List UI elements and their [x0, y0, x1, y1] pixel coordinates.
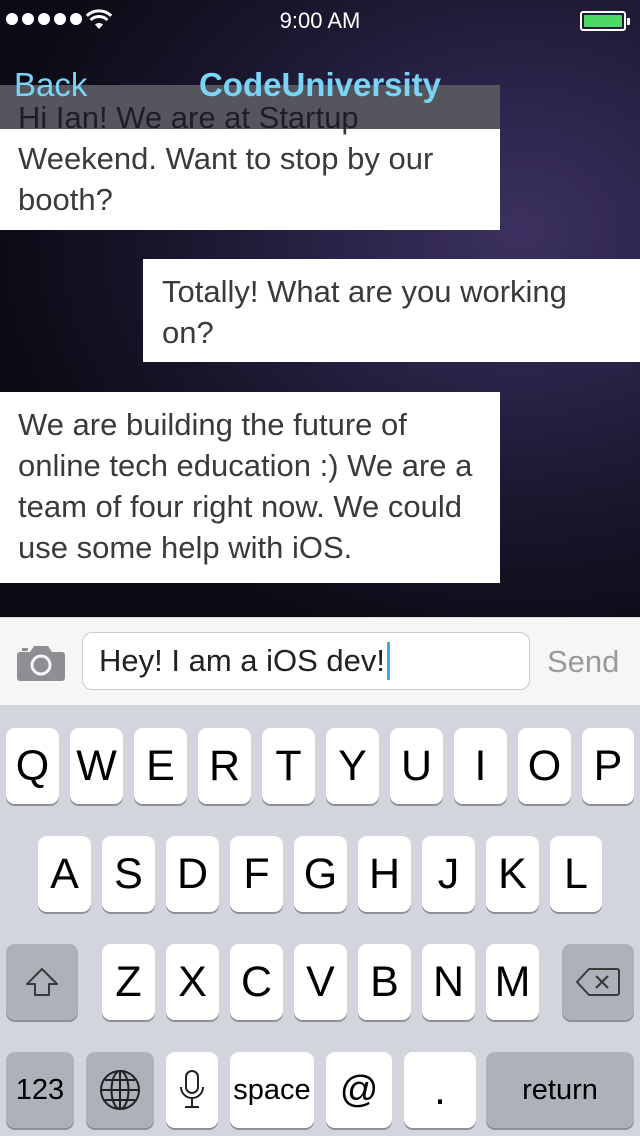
globe-key[interactable] — [86, 1052, 154, 1128]
key-z[interactable]: Z — [102, 944, 155, 1020]
shift-key[interactable] — [6, 944, 78, 1020]
key-o[interactable]: O — [518, 728, 571, 804]
period-key[interactable]: . — [404, 1052, 476, 1128]
keyboard: Q W E R T Y U I O P A S D F G H J K L Z … — [0, 705, 640, 1136]
key-p[interactable]: P — [582, 728, 634, 804]
key-g[interactable]: G — [294, 836, 347, 912]
key-t[interactable]: T — [262, 728, 315, 804]
key-n[interactable]: N — [422, 944, 475, 1020]
message-input-value: Hey! I am a iOS dev! — [99, 643, 385, 678]
key-r[interactable]: R — [198, 728, 251, 804]
dictation-key[interactable] — [166, 1052, 218, 1128]
delete-key[interactable] — [562, 944, 634, 1020]
battery-icon — [580, 11, 630, 31]
key-w[interactable]: W — [70, 728, 123, 804]
status-time: 9:00 AM — [279, 8, 361, 33]
key-f[interactable]: F — [230, 836, 283, 912]
key-c[interactable]: C — [230, 944, 283, 1020]
key-v[interactable]: V — [294, 944, 347, 1020]
key-b[interactable]: B — [358, 944, 411, 1020]
key-a[interactable]: A — [38, 836, 91, 912]
message-text: We are building the future of online tec… — [18, 407, 473, 565]
numbers-key[interactable]: 123 — [6, 1052, 74, 1128]
battery-level — [584, 15, 622, 27]
key-i[interactable]: I — [454, 728, 507, 804]
key-h[interactable]: H — [358, 836, 411, 912]
send-button[interactable]: Send — [547, 644, 619, 680]
message-bubble-received: We are building the future of online tec… — [0, 392, 500, 583]
key-s[interactable]: S — [102, 836, 155, 912]
key-l[interactable]: L — [550, 836, 602, 912]
return-key[interactable]: return — [486, 1052, 634, 1128]
space-key[interactable]: space — [230, 1052, 314, 1128]
globe-icon — [100, 1070, 140, 1110]
shift-icon — [26, 968, 58, 996]
key-x[interactable]: X — [166, 944, 219, 1020]
key-j[interactable]: J — [422, 836, 475, 912]
key-d[interactable]: D — [166, 836, 219, 912]
key-u[interactable]: U — [390, 728, 443, 804]
at-key[interactable]: @ — [326, 1052, 392, 1128]
message-text: Totally! What are you working on? — [162, 274, 567, 350]
key-m[interactable]: M — [486, 944, 539, 1020]
camera-icon[interactable] — [16, 642, 66, 682]
key-q[interactable]: Q — [6, 728, 59, 804]
message-input-bar: Hey! I am a iOS dev! Send — [0, 617, 640, 705]
status-bar: 9:00 AM — [0, 0, 640, 40]
text-caret — [387, 642, 390, 680]
microphone-icon — [180, 1070, 204, 1108]
message-bubble-sent: Totally! What are you working on? — [143, 259, 640, 362]
page-title: CodeUniversity — [198, 66, 442, 103]
backspace-icon — [576, 968, 620, 996]
key-y[interactable]: Y — [326, 728, 379, 804]
key-k[interactable]: K — [486, 836, 539, 912]
key-e[interactable]: E — [134, 728, 187, 804]
message-text-field[interactable]: Hey! I am a iOS dev! — [82, 632, 530, 690]
navigation-bar: Back CodeUniversity — [0, 40, 640, 128]
